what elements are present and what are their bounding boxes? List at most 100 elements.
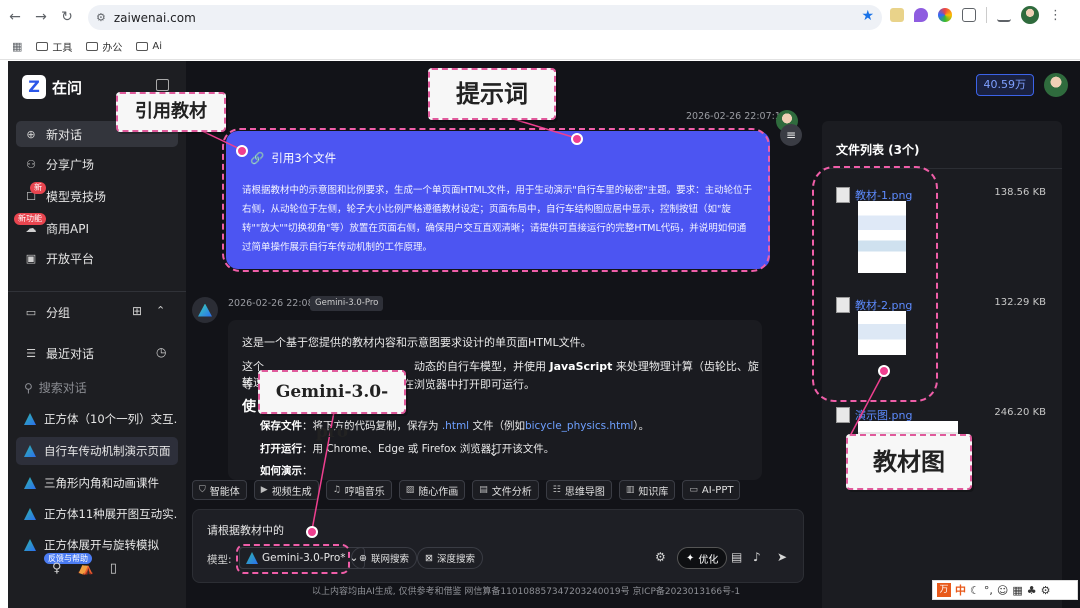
callout-image: 教材图	[846, 434, 972, 490]
user-avatar[interactable]	[1044, 73, 1068, 97]
profile-avatar[interactable]	[1021, 6, 1039, 24]
extension-icon[interactable]	[914, 8, 928, 22]
apps-grid-icon[interactable]: ▦	[12, 40, 22, 53]
download-icon[interactable]	[997, 8, 1011, 22]
ime-tray: 万 中 ☾ °, ☺ ▦ ♣ ⚙	[932, 580, 1078, 600]
brand-logo[interactable]: Z	[22, 75, 46, 99]
ppt-icon: ▭	[689, 485, 698, 495]
folder-icon	[136, 42, 149, 51]
annotation-pin	[571, 133, 583, 145]
microphone-icon[interactable]: ♪	[753, 550, 761, 564]
ime-language[interactable]: 中	[955, 582, 966, 598]
message-input[interactable]: 请根据教材中的	[207, 522, 284, 538]
answer-heading: 使	[242, 399, 256, 415]
bookmark-folder-ai[interactable]: Ai	[136, 41, 162, 52]
keyboard-icon[interactable]: ▦	[1012, 584, 1022, 597]
sidebar-collapse-icon[interactable]	[156, 79, 169, 91]
emoji-icon[interactable]: ☺	[997, 584, 1008, 597]
optimize-button[interactable]: ✦ 优化	[677, 547, 728, 569]
forward-icon[interactable]: →	[30, 6, 52, 28]
deep-search-toggle[interactable]: ⊠ 深度搜索	[417, 547, 483, 569]
annotation-pin	[878, 365, 890, 377]
site-info-icon[interactable]: ⚙	[96, 11, 106, 24]
new-feature-badge: 新功能	[14, 213, 46, 225]
tool-agent[interactable]: ⛉ 智能体	[192, 480, 247, 500]
ime-logo-icon[interactable]: 万	[937, 583, 951, 597]
answer-step-demo: 如何演示：	[260, 465, 313, 477]
back-icon[interactable]: ←	[4, 6, 26, 28]
platform-icon: ▣	[25, 251, 37, 265]
conversation-item[interactable]: 正方体（10个一列）交互...	[16, 405, 178, 433]
sidebar-item-share[interactable]: ⚇ 分享广场	[16, 151, 178, 177]
sidebar-item-platform[interactable]: ▣ 开放平台	[16, 245, 178, 271]
send-icon[interactable]: ➤	[777, 550, 787, 564]
tool-ai-ppt[interactable]: ▭ AI-PPT	[682, 480, 741, 500]
folder-icon	[36, 42, 49, 51]
tent-icon[interactable]: ⛺	[78, 561, 94, 576]
model-highlight	[236, 544, 350, 574]
conversation-search[interactable]: ⚲ 搜索对话	[24, 379, 87, 396]
brand-name: 在问	[52, 79, 83, 97]
chevron-up-icon[interactable]: ⌃	[156, 304, 165, 317]
lightbulb-icon[interactable]: ♀	[52, 561, 62, 576]
conversation-item[interactable]: 正方体11种展开图互动实...	[16, 500, 178, 528]
image-file-icon	[836, 407, 850, 423]
tool-video[interactable]: ▶ 视频生成	[253, 480, 319, 500]
footer-disclaimer: 以上内容均由AI生成, 仅供参考和借鉴 网信算备1101088573472032…	[312, 587, 741, 597]
model-icon	[24, 445, 36, 457]
conversation-item-active[interactable]: 自行车传动机制演示页面	[16, 437, 178, 465]
settings-gear-icon[interactable]: ⚙	[1041, 584, 1051, 597]
reload-icon[interactable]: ↻	[56, 6, 78, 28]
history-clock-icon[interactable]: ◷	[156, 345, 166, 359]
punctuation-icon[interactable]: °,	[984, 584, 993, 597]
bookmark-folder-office[interactable]: 办公	[86, 39, 122, 54]
tool-mindmap[interactable]: ☷ 思维导图	[545, 480, 612, 500]
file-list-title: 文件列表 (3个)	[822, 141, 1062, 169]
extension-icon[interactable]	[890, 8, 904, 22]
scroll-down-chevron-icon[interactable]: ⌄	[488, 444, 500, 460]
model-icon	[24, 413, 36, 425]
files-highlight	[812, 166, 938, 402]
tool-knowledge[interactable]: ▥ 知识库	[618, 480, 676, 500]
annotation-pin	[236, 145, 248, 157]
group-header[interactable]: ▭ 分组	[16, 299, 178, 325]
address-bar[interactable]: ⚙ zaiwenai.com ★	[88, 5, 882, 30]
mobile-icon[interactable]: ▯	[110, 561, 117, 576]
tool-file-analysis[interactable]: ▤ 文件分析	[472, 480, 539, 500]
url-text: zaiwenai.com	[113, 10, 196, 25]
attach-document-icon[interactable]: ▤	[731, 550, 742, 564]
mindmap-icon: ☷	[552, 485, 561, 495]
model-tag: Gemini-3.0-Pro	[310, 296, 384, 311]
sparkle-icon: ✦	[686, 552, 695, 564]
skin-icon[interactable]: ♣	[1027, 584, 1037, 597]
extensions-puzzle-icon[interactable]	[962, 8, 976, 22]
annotation-pin	[306, 526, 318, 538]
agent-icon: ⛉	[199, 485, 206, 495]
bookmark-star-icon[interactable]: ★	[861, 8, 874, 24]
web-search-toggle[interactable]: ⊕ 联网搜索	[351, 547, 417, 569]
model-icon	[24, 539, 36, 551]
assistant-avatar	[192, 297, 218, 323]
conversation-item[interactable]: 三角形内角和动画课件	[16, 469, 178, 497]
conversation-item[interactable]: 正方体展开与旋转模拟	[16, 531, 178, 559]
book-icon: ▥	[625, 485, 635, 495]
divider	[8, 291, 186, 292]
browser-menu-icon[interactable]: ⋮	[1049, 8, 1062, 23]
sidebar: Z 在问 ⊕ 新对话 ⚇ 分享广场 ☐ 模型竞技场 新 ☁ 商用API 新功能 …	[8, 61, 186, 608]
tool-draw[interactable]: ▨ 随心作画	[398, 480, 466, 500]
prompt-highlight	[222, 128, 770, 272]
globe-icon: ⊕	[359, 552, 367, 564]
answer-intro: 这是一个基于您提供的教材内容和示意图要求设计的单页面HTML文件。	[242, 336, 592, 349]
callout-model: Gemini-3.0-pro	[258, 370, 406, 442]
message-menu-icon[interactable]: ≡	[780, 124, 802, 146]
bookmark-folder-tools[interactable]: 工具	[36, 39, 72, 54]
model-label: 模型:	[207, 554, 232, 566]
new-badge: 新	[30, 182, 46, 194]
tool-music[interactable]: ♫ 哼唱音乐	[325, 480, 392, 500]
moon-icon[interactable]: ☾	[970, 584, 980, 597]
add-group-icon[interactable]: ⊞	[132, 304, 142, 318]
settings-gear-icon[interactable]: ⚙	[655, 550, 666, 564]
extension-icon[interactable]	[938, 8, 952, 22]
folder-icon	[86, 42, 99, 51]
credits-balance[interactable]: 40.59万	[975, 74, 1034, 96]
